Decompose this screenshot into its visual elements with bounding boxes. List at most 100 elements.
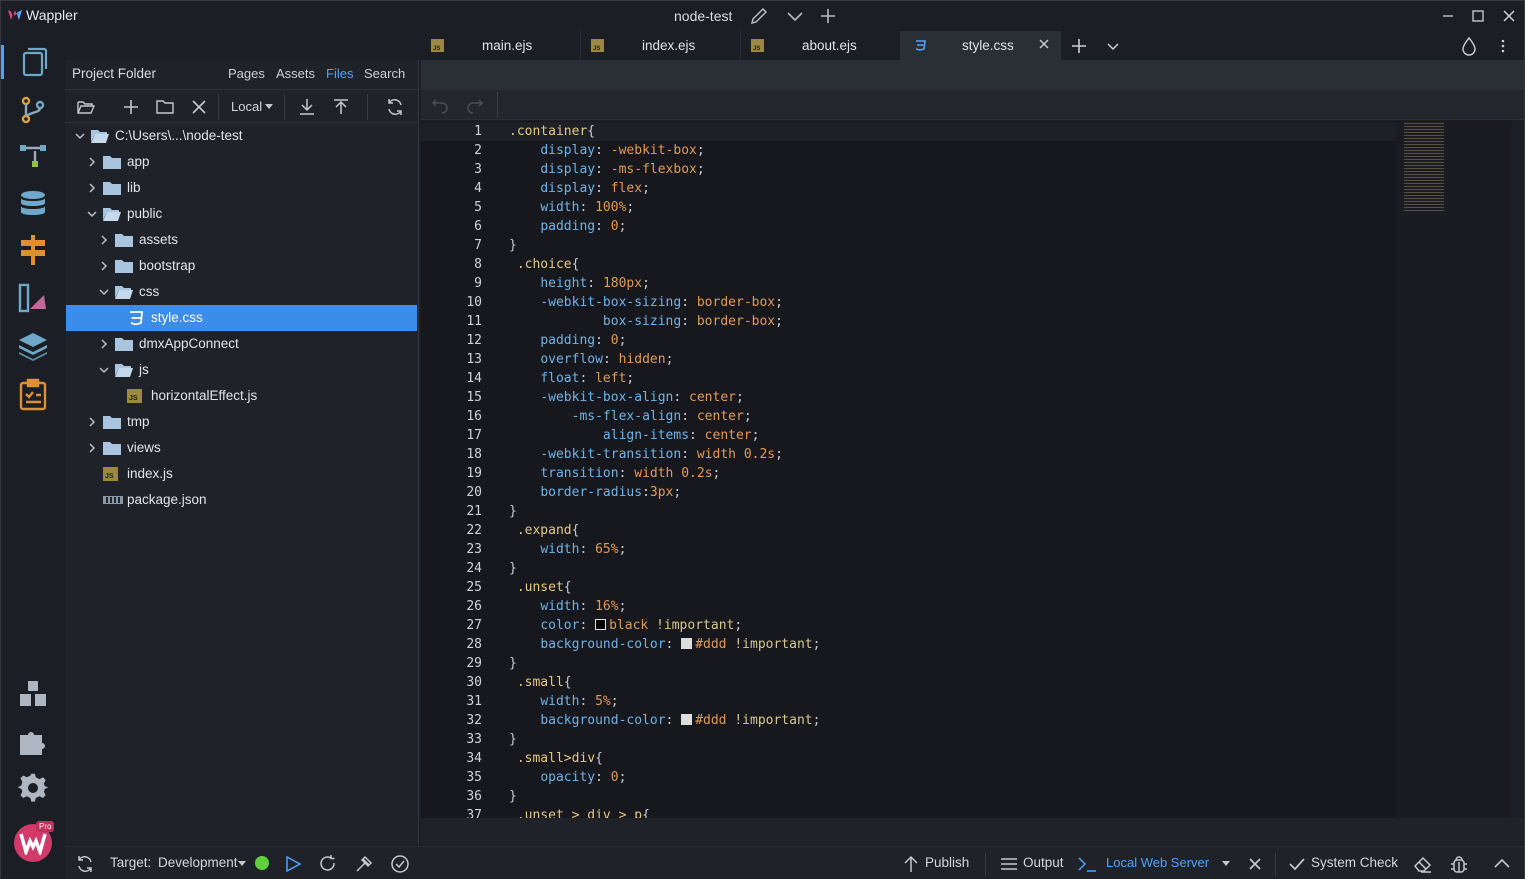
tree-item[interactable]: css xyxy=(66,279,417,305)
code-line[interactable]: 34 .small>div{ xyxy=(421,749,1511,768)
sync-icon[interactable] xyxy=(75,854,95,874)
code-line[interactable]: 30 .small{ xyxy=(421,673,1511,692)
code-line[interactable]: 32 background-color: #ddd !important; xyxy=(421,711,1511,730)
project-name[interactable]: node-test xyxy=(674,8,732,24)
chevron-right-icon[interactable] xyxy=(86,442,98,454)
code-line[interactable]: 37 .unset > div > p{ xyxy=(421,806,1511,818)
workflow-icon[interactable] xyxy=(16,139,50,173)
open-folder-icon[interactable] xyxy=(76,97,96,117)
eraser-icon[interactable] xyxy=(1413,854,1433,874)
code-line[interactable]: 5 width: 100%; xyxy=(421,198,1511,217)
server-caret-icon[interactable] xyxy=(1222,861,1230,867)
tree-item[interactable]: views xyxy=(66,435,417,461)
code-line[interactable]: 10 -webkit-box-sizing: border-box; xyxy=(421,293,1511,312)
local-web-server-tab[interactable]: Local Web Server xyxy=(1106,855,1209,870)
code-line[interactable]: 25 .unset{ xyxy=(421,578,1511,597)
code-line[interactable]: 12 padding: 0; xyxy=(421,331,1511,350)
delete-icon[interactable] xyxy=(189,97,209,117)
code-line[interactable]: 27 color: black !important; xyxy=(421,616,1511,635)
account-avatar[interactable]: Pro xyxy=(14,821,55,862)
files-icon[interactable] xyxy=(16,45,50,79)
code-line[interactable]: 1 .container{ xyxy=(421,122,1511,141)
output-button[interactable]: Output xyxy=(1023,855,1064,870)
code-line[interactable]: 26 width: 16%; xyxy=(421,597,1511,616)
reload-icon[interactable] xyxy=(318,854,338,874)
code-line[interactable]: 19 transition: width 0.2s; xyxy=(421,464,1511,483)
tree-item[interactable]: bootstrap xyxy=(66,253,417,279)
code-line[interactable]: 21} xyxy=(421,502,1511,521)
code-line[interactable]: 28 background-color: #ddd !important; xyxy=(421,635,1511,654)
target-caret-icon[interactable] xyxy=(238,861,246,867)
terminal-icon[interactable] xyxy=(1077,854,1097,874)
add-project-icon[interactable] xyxy=(818,6,838,26)
select-caret-icon[interactable] xyxy=(265,104,273,110)
redo-icon[interactable] xyxy=(466,96,484,114)
tree-item[interactable]: tmp xyxy=(66,409,417,435)
target-select[interactable]: Development xyxy=(158,855,238,870)
tree-item[interactable]: assets xyxy=(66,227,417,253)
tree-item[interactable]: lib xyxy=(66,175,417,201)
chevron-right-icon[interactable] xyxy=(86,156,98,168)
download-icon[interactable] xyxy=(297,97,317,117)
tab-files[interactable]: Files xyxy=(326,66,353,81)
horizontal-scrollbar[interactable] xyxy=(421,818,1524,845)
tree-item[interactable]: js xyxy=(66,357,417,383)
code-line[interactable]: 13 overflow: hidden; xyxy=(421,350,1511,369)
chevron-down-icon[interactable] xyxy=(86,208,98,220)
design-tools-icon[interactable] xyxy=(16,281,50,315)
settings-gear-icon[interactable] xyxy=(16,771,50,805)
expand-panel-chevron-icon[interactable] xyxy=(1492,854,1512,874)
theme-drop-icon[interactable] xyxy=(1460,36,1478,56)
output-list-icon[interactable] xyxy=(999,854,1019,874)
minimize-icon[interactable] xyxy=(1437,5,1459,27)
code-line[interactable]: 23 width: 65%; xyxy=(421,540,1511,559)
code-line[interactable]: 11 box-sizing: border-box; xyxy=(421,312,1511,331)
tree-item[interactable]: style.css xyxy=(66,305,417,331)
minimap[interactable] xyxy=(1396,121,1511,818)
tree-item[interactable]: public xyxy=(66,201,417,227)
maximize-icon[interactable] xyxy=(1467,5,1489,27)
tree-item[interactable]: JS index.js xyxy=(66,461,417,487)
tree-item[interactable]: JS horizontalEffect.js xyxy=(66,383,417,409)
code-line[interactable]: 4 display: flex; xyxy=(421,179,1511,198)
code-line[interactable]: 31 width: 5%; xyxy=(421,692,1511,711)
new-tab-icon[interactable] xyxy=(1070,37,1088,55)
plugins-puzzle-icon[interactable] xyxy=(16,725,50,759)
close-window-icon[interactable] xyxy=(1498,5,1520,27)
publish-arrow-icon[interactable] xyxy=(901,854,921,874)
tree-item[interactable]: app xyxy=(66,149,417,175)
code-line[interactable]: 7} xyxy=(421,236,1511,255)
undo-icon[interactable] xyxy=(431,96,449,114)
tree-item[interactable]: package.json xyxy=(66,487,417,513)
extensions-icon[interactable] xyxy=(16,678,50,712)
publish-button[interactable]: Publish xyxy=(925,855,969,870)
upload-icon[interactable] xyxy=(331,97,351,117)
chevron-down-icon[interactable] xyxy=(785,6,805,26)
code-line[interactable]: 6 padding: 0; xyxy=(421,217,1511,236)
new-folder-icon[interactable] xyxy=(155,97,175,117)
close-terminal-icon[interactable] xyxy=(1245,854,1265,874)
code-line[interactable]: 18 -webkit-transition: width 0.2s; xyxy=(421,445,1511,464)
code-line[interactable]: 16 -ms-flex-align: center; xyxy=(421,407,1511,426)
code-line[interactable]: 2 display: -webkit-box; xyxy=(421,141,1511,160)
tab-list-chevron-icon[interactable] xyxy=(1106,39,1120,53)
code-line[interactable]: 3 display: -ms-flexbox; xyxy=(421,160,1511,179)
code-line[interactable]: 24} xyxy=(421,559,1511,578)
chevron-right-icon[interactable] xyxy=(98,260,110,272)
tasks-clipboard-icon[interactable] xyxy=(16,377,50,411)
close-tab-icon[interactable] xyxy=(1038,38,1050,50)
chevron-down-icon[interactable] xyxy=(98,286,110,298)
chevron-right-icon[interactable] xyxy=(98,338,110,350)
debug-bug-icon[interactable] xyxy=(1449,854,1469,874)
code-line[interactable]: 35 opacity: 0; xyxy=(421,768,1511,787)
code-line[interactable]: 17 align-items: center; xyxy=(421,426,1511,445)
code-line[interactable]: 20 border-radius:3px; xyxy=(421,483,1511,502)
build-hammer-icon[interactable] xyxy=(354,854,374,874)
edit-pencil-icon[interactable] xyxy=(749,6,769,26)
code-line[interactable]: 29} xyxy=(421,654,1511,673)
code-line[interactable]: 8 .choice{ xyxy=(421,255,1511,274)
more-options-icon[interactable] xyxy=(1497,38,1509,54)
tab-about-ejs[interactable]: JS about.ejs xyxy=(741,31,901,60)
tab-assets[interactable]: Assets xyxy=(276,66,315,81)
tab-search[interactable]: Search xyxy=(364,66,405,81)
